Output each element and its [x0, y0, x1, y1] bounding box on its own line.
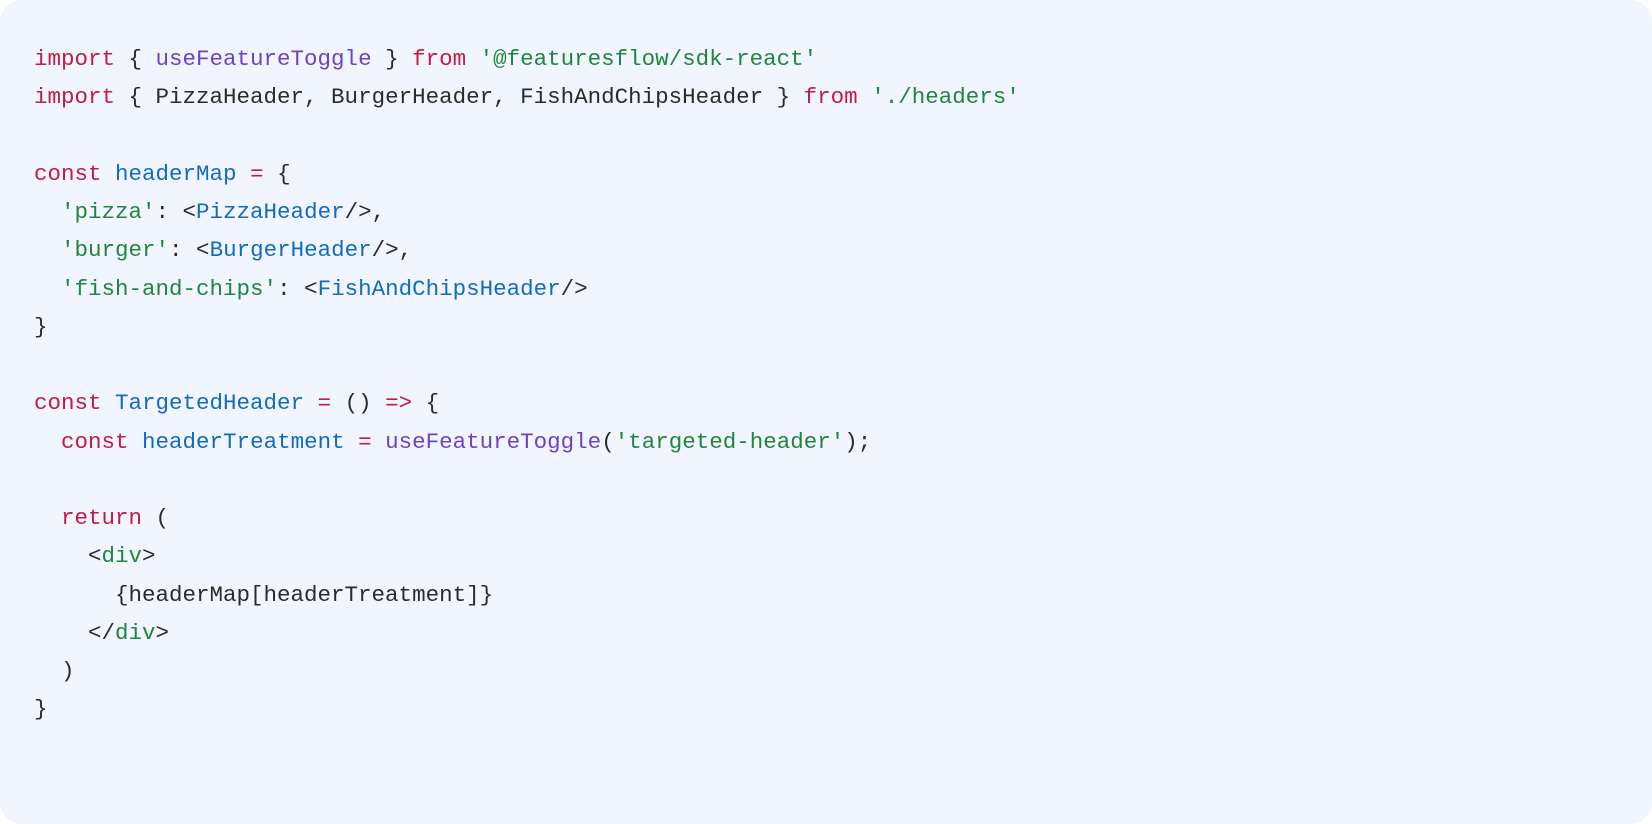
code-line-1: import { useFeatureToggle } from '@featu…: [34, 46, 817, 72]
code-line-18: }: [34, 696, 48, 722]
code-line-17: ): [34, 658, 75, 684]
code-line-13: return (: [34, 505, 169, 531]
code-line-6: 'burger': <BurgerHeader/>,: [34, 237, 412, 263]
code-line-11: const headerTreatment = useFeatureToggle…: [34, 429, 871, 455]
code-line-7: 'fish-and-chips': <FishAndChipsHeader/>: [34, 276, 588, 302]
code-line-5: 'pizza': <PizzaHeader/>,: [34, 199, 385, 225]
code-line-16: </div>: [34, 620, 169, 646]
code-line-14: <div>: [34, 543, 156, 569]
code-line-8: }: [34, 314, 48, 340]
code-line-15: {headerMap[headerTreatment]}: [34, 582, 493, 608]
code-line-4: const headerMap = {: [34, 161, 291, 187]
code-block: import { useFeatureToggle } from '@featu…: [0, 0, 1652, 824]
code-line-10: const TargetedHeader = () => {: [34, 390, 439, 416]
code-line-2: import { PizzaHeader, BurgerHeader, Fish…: [34, 84, 1020, 110]
